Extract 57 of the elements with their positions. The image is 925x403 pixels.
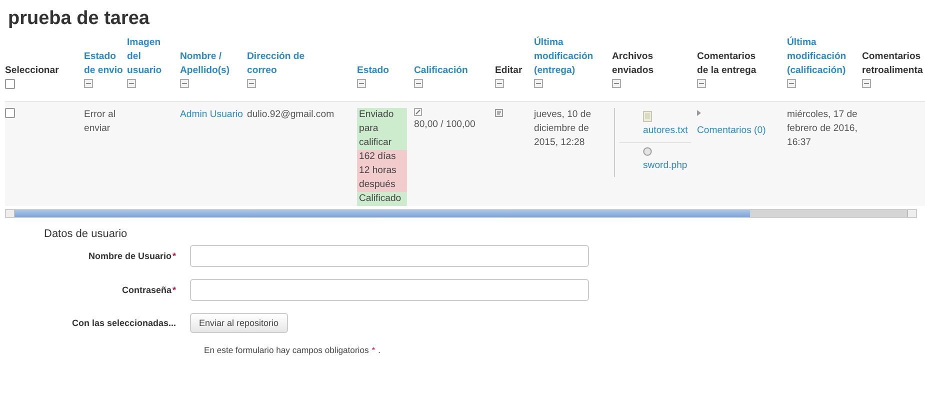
graded-date: miércoles, 17 de febrero de 2016, 16:37: [787, 109, 858, 148]
collapse-icon[interactable]: [247, 79, 256, 88]
collapse-icon[interactable]: [534, 79, 543, 88]
column-header-link[interactable]: Última modificación (entrega): [534, 36, 602, 78]
field-label: Contraseña: [122, 285, 172, 295]
grade-text: 80,00 / 100,00: [414, 119, 476, 130]
column-header: Seleccionar: [5, 64, 60, 78]
column-header-link[interactable]: Estado de envio: [84, 50, 124, 78]
input-field[interactable]: [190, 279, 589, 301]
section-heading: Datos de usuario: [44, 228, 128, 240]
column-header-link[interactable]: Imagen del usuario: [127, 36, 177, 78]
required-mark: *: [172, 251, 176, 261]
column-header-link[interactable]: Estado: [357, 64, 411, 78]
column-header-link[interactable]: Dirección de correo: [247, 50, 315, 78]
action-label: Con las seleccionadas...: [72, 318, 176, 328]
submission-status: Error al enviar: [84, 109, 116, 134]
column-header-link[interactable]: Calificación: [414, 64, 482, 78]
required-mark: *: [172, 285, 176, 295]
column-header-link[interactable]: Nombre / Apellido(s): [180, 50, 244, 78]
status-label: Enviado para calificar: [357, 108, 407, 150]
input-field[interactable]: [190, 245, 589, 267]
collapse-icon[interactable]: [84, 79, 93, 88]
status-label: Calificado: [357, 192, 407, 206]
column-header: Archivos enviados: [612, 50, 655, 78]
collapse-icon[interactable]: [180, 79, 189, 88]
edit-icon[interactable]: [414, 108, 422, 116]
document-icon: [643, 111, 652, 122]
collapse-icon[interactable]: [495, 79, 504, 88]
note-period: .: [378, 345, 381, 355]
column-header-link[interactable]: Última modificación (calificación): [787, 36, 855, 78]
comments-link[interactable]: Comentarios (0): [697, 125, 766, 136]
file-link[interactable]: sword.php: [643, 159, 688, 173]
collapse-icon[interactable]: [787, 79, 796, 88]
email-text: dulio.92@gmail.com: [247, 109, 334, 120]
collapse-icon[interactable]: [127, 79, 136, 88]
collapse-icon[interactable]: [357, 79, 366, 88]
required-mark: *: [372, 345, 376, 355]
submit-button[interactable]: Enviar al repositorio: [190, 313, 288, 333]
user-name-link[interactable]: Admin Usuario: [180, 109, 243, 120]
collapse-icon[interactable]: [612, 79, 621, 88]
column-header: Comentarios retroalimenta: [862, 50, 922, 78]
status-label: 162 días 12 horas después: [357, 150, 407, 192]
column-header: Editar: [495, 64, 524, 78]
horizontal-scrollbar[interactable]: [5, 209, 917, 218]
field-label: Nombre de Usuario: [88, 251, 172, 261]
circle-icon: [643, 146, 652, 157]
collapse-icon[interactable]: [697, 79, 706, 88]
row-checkbox[interactable]: [5, 108, 15, 118]
column-header: Comentarios de la entrega: [697, 50, 758, 78]
collapse-icon[interactable]: [414, 79, 423, 88]
file-link[interactable]: autores.txt: [643, 124, 688, 138]
page-title: prueba de tarea: [8, 8, 150, 30]
select-all-checkbox[interactable]: [5, 79, 15, 89]
collapse-icon[interactable]: [862, 79, 871, 88]
form-note: En este formulario hay campos obligatorios: [204, 345, 369, 355]
modified-date: jueves, 10 de diciembre de 2015, 12:28: [534, 109, 592, 148]
expand-icon[interactable]: [697, 110, 701, 116]
